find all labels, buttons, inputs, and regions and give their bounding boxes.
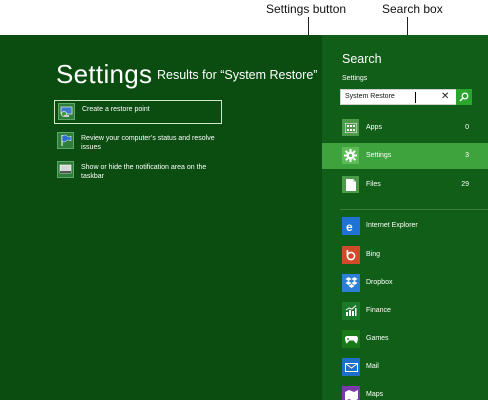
category-count: 3 [465, 152, 469, 159]
taskbar-icon [57, 161, 74, 178]
file-icon [342, 176, 359, 193]
search-scope-label: Settings [342, 75, 368, 82]
results-for-label: Results for “System Restore” [157, 68, 318, 82]
restore-point-icon [58, 103, 75, 120]
app-dropbox[interactable]: Dropbox [322, 272, 488, 298]
page-title: Settings [56, 59, 153, 89]
category-label: Files [366, 181, 381, 188]
clear-search-icon[interactable]: ✕ [441, 91, 449, 103]
callout-search-box: Search box [382, 2, 443, 16]
category-files[interactable]: Files 29 [322, 172, 488, 198]
text-caret [415, 92, 416, 103]
svg-text:e: e [346, 220, 353, 232]
search-button[interactable] [456, 89, 472, 105]
app-label: Internet Explorer [366, 222, 418, 229]
app-label: Mail [366, 363, 379, 370]
app-internet-explorer[interactable]: e Internet Explorer [322, 215, 488, 241]
gear-icon [342, 147, 359, 164]
app-maps[interactable]: Maps [322, 384, 488, 400]
result-review-status[interactable]: Review your computer’s status and resolv… [54, 130, 222, 156]
app-finance[interactable]: Finance [322, 300, 488, 326]
mail-icon [342, 358, 360, 376]
result-label: Create a restore point [82, 106, 150, 113]
game-controller-icon [342, 330, 360, 348]
app-label: Finance [366, 307, 391, 314]
search-pane-title: Search [342, 52, 382, 66]
app-mail[interactable]: Mail [322, 356, 488, 382]
app-label: Bing [366, 251, 381, 258]
category-divider [340, 209, 488, 210]
app-label: Maps [366, 391, 384, 398]
result-label: Review your computer’s status and resolv… [81, 135, 215, 151]
callout-settings-button: Settings button [266, 2, 347, 16]
result-label: Show or hide the notification area on th… [81, 164, 207, 180]
search-pane: Search Settings System Restore ✕ Apps 0 … [322, 35, 488, 400]
action-center-flag-icon [57, 132, 74, 149]
category-apps[interactable]: Apps 0 [322, 115, 488, 141]
category-settings[interactable]: Settings 3 [322, 143, 488, 169]
maps-icon [342, 386, 360, 400]
app-label: Games [366, 335, 389, 342]
app-bing[interactable]: Bing [322, 244, 488, 270]
result-create-restore-point[interactable]: Create a restore point [54, 100, 222, 124]
finance-chart-icon [342, 302, 360, 320]
category-count: 29 [461, 181, 469, 188]
search-input-value: System Restore [345, 93, 395, 100]
category-label: Settings [366, 152, 392, 159]
bing-icon [342, 246, 360, 264]
dropbox-icon [342, 274, 360, 292]
result-notification-area[interactable]: Show or hide the notification area on th… [54, 159, 222, 185]
search-icon [459, 92, 469, 102]
app-label: Dropbox [366, 279, 393, 286]
settings-search-screen: Settings Results for “System Restore” Cr… [0, 35, 488, 400]
app-games[interactable]: Games [322, 328, 488, 354]
category-count: 0 [465, 124, 469, 131]
apps-grid-icon [342, 119, 359, 136]
internet-explorer-icon: e [342, 217, 360, 235]
category-label: Apps [366, 124, 382, 131]
search-box[interactable]: System Restore ✕ [340, 89, 472, 105]
